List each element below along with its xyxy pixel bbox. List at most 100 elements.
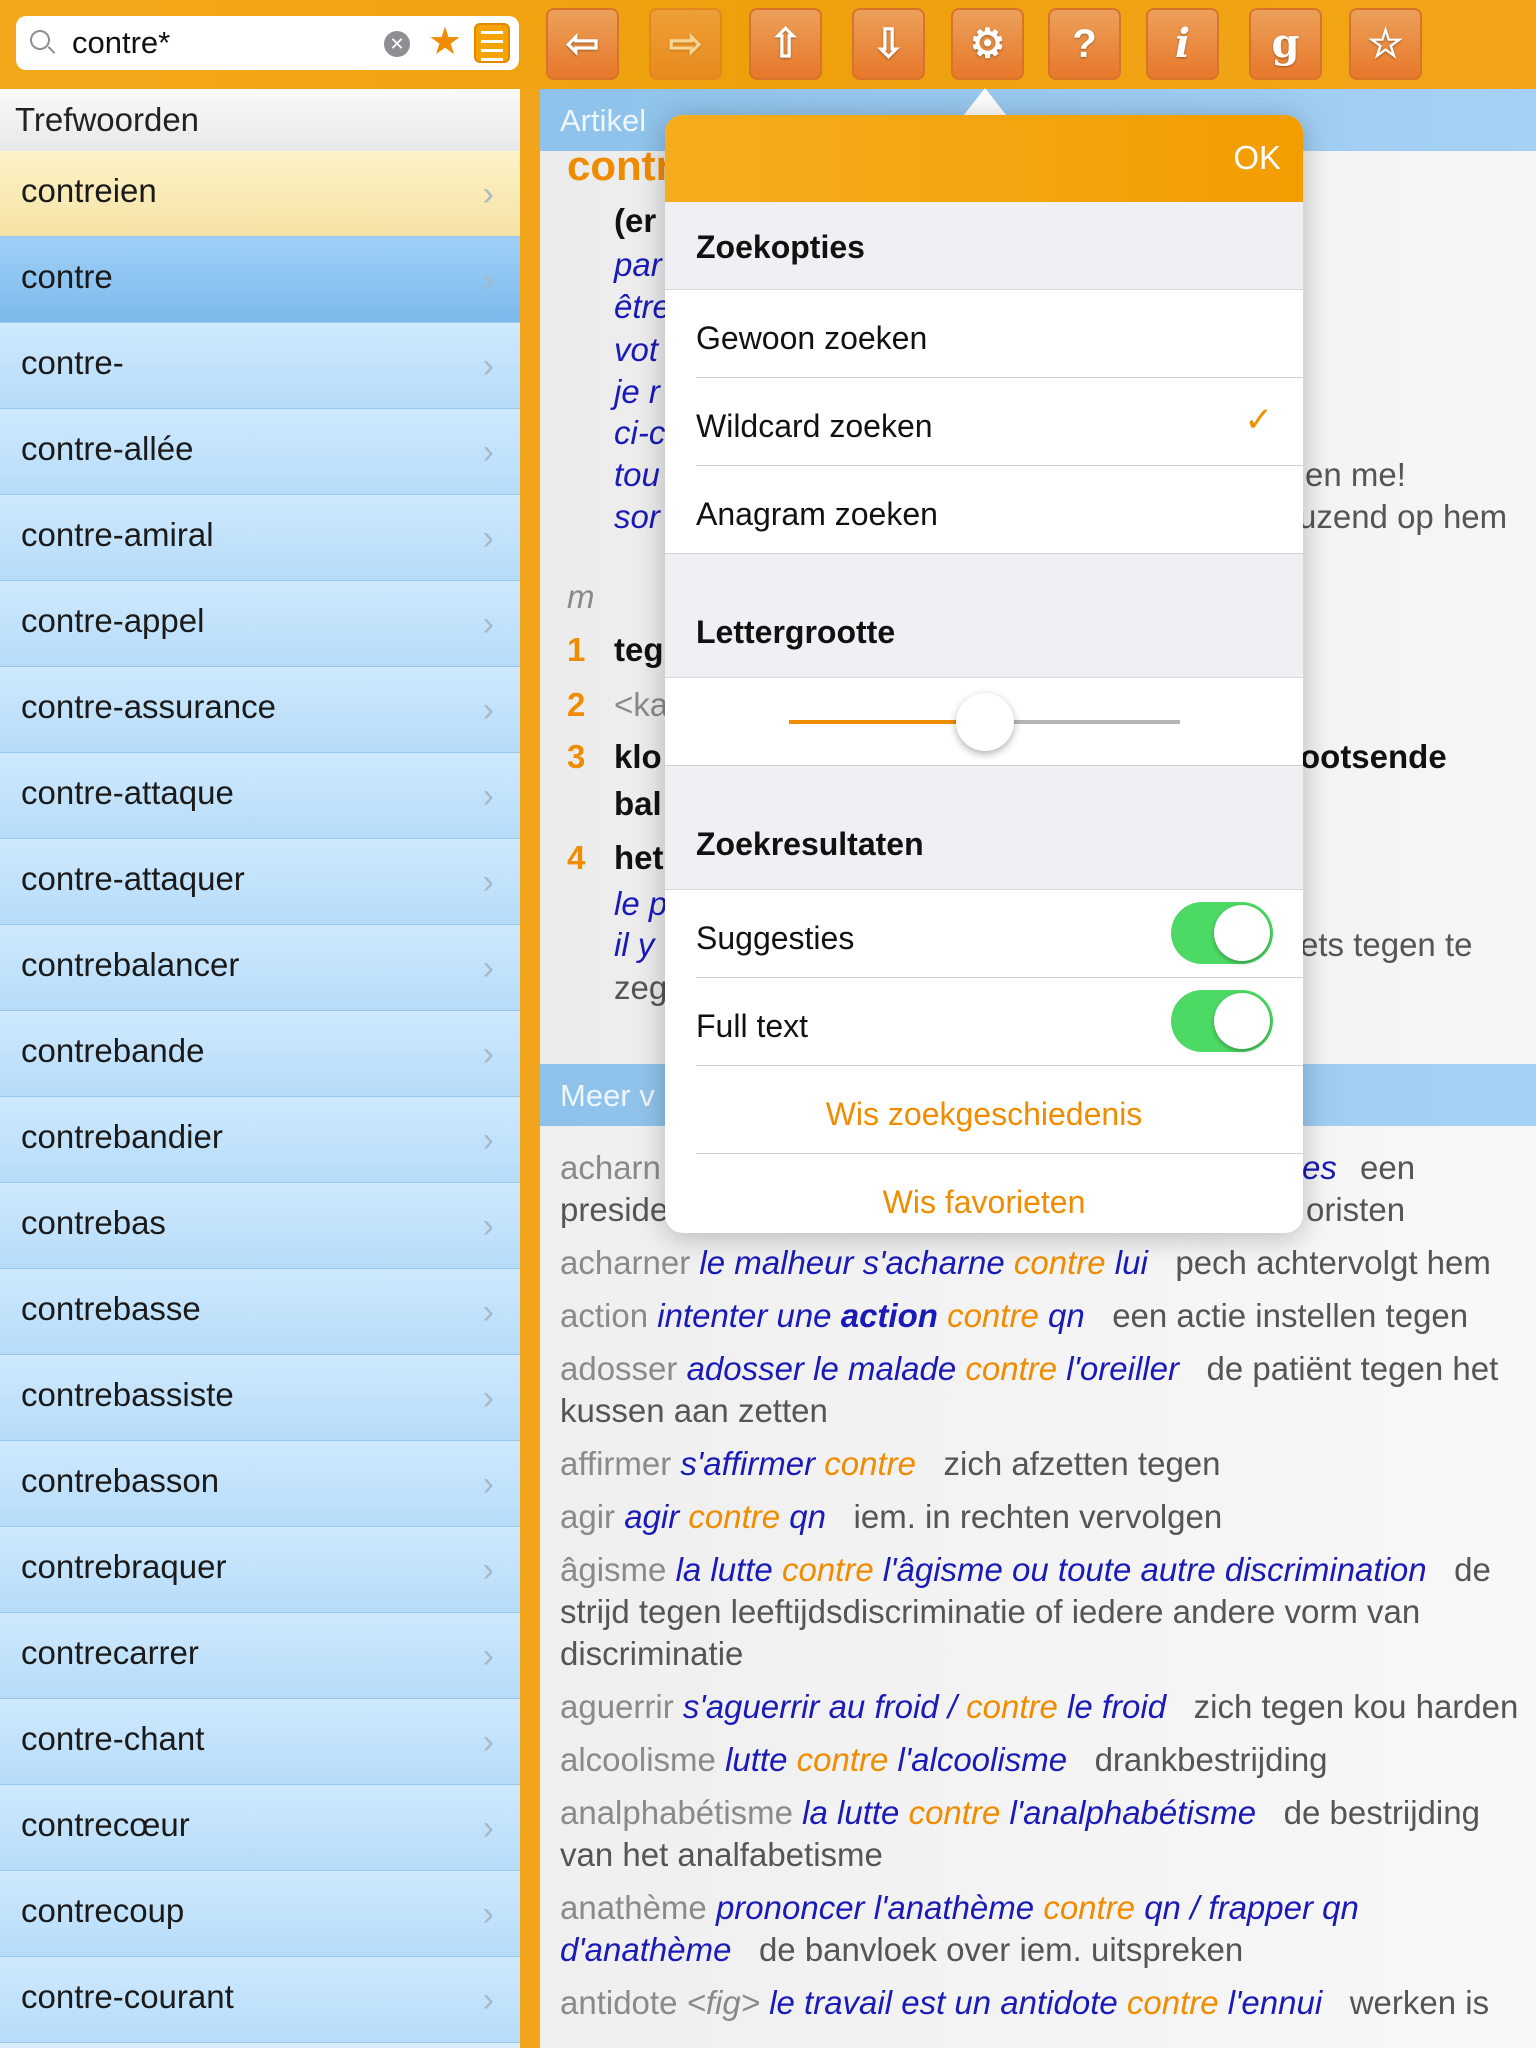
result-text: oristen bbox=[1306, 1191, 1406, 1228]
clear-history-button[interactable]: Wis zoekgeschiedenis bbox=[665, 1066, 1303, 1154]
result-entry[interactable]: action intenter une action contre qn een… bbox=[560, 1295, 1530, 1337]
sidebar-item-label: contre-courant bbox=[21, 1978, 234, 2015]
sidebar-item[interactable]: contre-assurance › bbox=[0, 667, 520, 753]
entry-example: adosser le malade bbox=[686, 1350, 957, 1387]
chevron-right-icon: › bbox=[482, 347, 494, 385]
panel-divider[interactable] bbox=[520, 89, 540, 2048]
popover-header: OK bbox=[665, 115, 1303, 202]
up-button[interactable]: ⇧ bbox=[749, 8, 822, 80]
article-text: par bbox=[614, 246, 662, 283]
fulltext-toggle[interactable] bbox=[1171, 990, 1273, 1052]
result-entry[interactable]: âgisme la lutte contre l'âgisme ou toute… bbox=[560, 1549, 1530, 1675]
sidebar-item-label: contrebraquer bbox=[21, 1548, 227, 1585]
article-text: m bbox=[567, 578, 595, 615]
settings-button[interactable]: ⚙ bbox=[951, 8, 1024, 80]
sidebar-item[interactable]: contre-courant › bbox=[0, 1957, 520, 2043]
sidebar-item[interactable]: contrebassiste › bbox=[0, 1355, 520, 1441]
sidebar-item[interactable]: contrecarrer › bbox=[0, 1613, 520, 1699]
search-input[interactable] bbox=[72, 24, 372, 62]
entry-example: l'oreiller bbox=[1066, 1350, 1179, 1387]
back-button[interactable]: ⇦ bbox=[546, 8, 619, 80]
favorites-star-icon[interactable]: ★ bbox=[428, 22, 462, 62]
sidebar-item[interactable]: contre › bbox=[0, 237, 520, 323]
option-wildcard-search[interactable]: Wildcard zoeken ✓ bbox=[665, 378, 1303, 466]
sidebar-item[interactable]: contrebandier › bbox=[0, 1097, 520, 1183]
sidebar-item[interactable]: contrebraquer › bbox=[0, 1527, 520, 1613]
sidebar-item[interactable]: contrebas › bbox=[0, 1183, 520, 1269]
article-text: 1 bbox=[567, 631, 586, 668]
result-entry[interactable]: alcoolisme lutte contre l'alcoolisme dra… bbox=[560, 1739, 1530, 1781]
suggestions-label: Suggesties bbox=[696, 920, 855, 956]
gears-icon: ⚙ bbox=[969, 22, 1006, 66]
sidebar-item-label: contrebalancer bbox=[21, 946, 240, 983]
entry-highlight: contre bbox=[1126, 1984, 1219, 2021]
article-text: ci-c bbox=[614, 414, 666, 451]
result-entry[interactable]: affirmer s'affirmer contre zich afzetten… bbox=[560, 1443, 1530, 1485]
sidebar-item[interactable]: contre- › bbox=[0, 323, 520, 409]
fulltext-row: Full text bbox=[665, 978, 1303, 1066]
result-entry[interactable]: aguerrir s'aguerrir au froid / contre le… bbox=[560, 1686, 1530, 1728]
sidebar-item[interactable]: contre-attaque › bbox=[0, 753, 520, 839]
help-button[interactable]: ? bbox=[1048, 8, 1121, 80]
entry-headword: aguerrir bbox=[560, 1688, 674, 1725]
sidebar-item[interactable]: contrebasse › bbox=[0, 1269, 520, 1355]
option-label: Anagram zoeken bbox=[696, 496, 938, 532]
sidebar-item-label: contrebassiste bbox=[21, 1376, 234, 1413]
result-entry[interactable]: agir agir contre qn iem. in rechten verv… bbox=[560, 1496, 1530, 1538]
entry-example: s'affirmer bbox=[680, 1445, 816, 1482]
sidebar-item[interactable]: contre-attaquer › bbox=[0, 839, 520, 925]
entry-highlight: contre bbox=[1013, 1244, 1106, 1281]
clear-favorites-button[interactable]: Wis favorieten bbox=[665, 1154, 1303, 1233]
entry-example: prononcer l'anathème bbox=[715, 1889, 1035, 1926]
result-entry[interactable]: analphabétisme la lutte contre l'analpha… bbox=[560, 1792, 1530, 1876]
entry-headword: action bbox=[560, 1297, 649, 1334]
suggestions-toggle[interactable] bbox=[1171, 902, 1273, 964]
article-text: 3 bbox=[567, 738, 586, 775]
info-button[interactable]: i bbox=[1146, 8, 1219, 80]
sidebar-item[interactable]: contre-chant › bbox=[0, 1699, 520, 1785]
result-entry[interactable]: acharner le malheur s'acharne contre lui… bbox=[560, 1242, 1530, 1284]
sidebar-item[interactable]: contre-amiral › bbox=[0, 495, 520, 581]
sidebar-item[interactable]: contreien › bbox=[0, 151, 520, 237]
sidebar-item[interactable]: contrecœur › bbox=[0, 1785, 520, 1871]
option-anagram-search[interactable]: Anagram zoeken bbox=[665, 466, 1303, 554]
entry-headword: alcoolisme bbox=[560, 1741, 716, 1778]
entry-example: qn bbox=[1047, 1297, 1085, 1334]
favorite-button[interactable]: ☆ bbox=[1349, 8, 1422, 80]
chevron-right-icon: › bbox=[482, 949, 494, 987]
clear-search-icon[interactable]: ✕ bbox=[384, 31, 410, 57]
sidebar-item[interactable]: contrecoup › bbox=[0, 1871, 520, 1957]
chevron-right-icon: › bbox=[482, 261, 494, 299]
article-text: <ka bbox=[614, 686, 669, 723]
ok-button[interactable]: OK bbox=[1233, 139, 1281, 177]
sidebar-item[interactable]: contrebalancer › bbox=[0, 925, 520, 1011]
result-entry[interactable]: antidote <fig> le travail est un antidot… bbox=[560, 1982, 1530, 2024]
arrow-up-icon: ⇧ bbox=[768, 22, 803, 66]
sidebar-item[interactable]: contrebasson › bbox=[0, 1441, 520, 1527]
sidebar-item[interactable]: contre-appel › bbox=[0, 581, 520, 667]
entry-headword: affirmer bbox=[560, 1445, 672, 1482]
sidebar-item-label: contre-attaque bbox=[21, 774, 234, 811]
sidebar-item[interactable]: contre-allée › bbox=[0, 409, 520, 495]
slider-thumb[interactable] bbox=[955, 693, 1014, 751]
chevron-right-icon: › bbox=[482, 691, 494, 729]
result-entry[interactable]: anathème prononcer l'anathème contre qn … bbox=[560, 1887, 1530, 1971]
font-size-slider[interactable] bbox=[789, 693, 1180, 751]
option-normal-search[interactable]: Gewoon zoeken bbox=[665, 290, 1303, 378]
entry-headword: agir bbox=[560, 1498, 616, 1535]
entry-translation: een actie instellen tegen bbox=[1112, 1297, 1469, 1334]
entry-headword: antidote bbox=[560, 1984, 678, 2021]
article-text: 2 bbox=[567, 686, 586, 723]
sidebar-item-label: contrebande bbox=[21, 1032, 205, 1069]
sidebar-item[interactable]: contrebande › bbox=[0, 1011, 520, 1097]
grammar-button[interactable]: g bbox=[1249, 8, 1322, 80]
history-list-icon[interactable] bbox=[474, 23, 510, 63]
result-entry[interactable]: adosser adosser le malade contre l'oreil… bbox=[560, 1348, 1530, 1432]
chevron-right-icon: › bbox=[482, 1809, 494, 1847]
article-text: le p bbox=[614, 885, 668, 922]
info-icon: i bbox=[1174, 20, 1191, 67]
sidebar-item-label: contre-assurance bbox=[21, 688, 276, 725]
forward-button[interactable]: ⇨ bbox=[649, 8, 722, 80]
fulltext-label: Full text bbox=[696, 1008, 809, 1044]
down-button[interactable]: ⇩ bbox=[852, 8, 925, 80]
